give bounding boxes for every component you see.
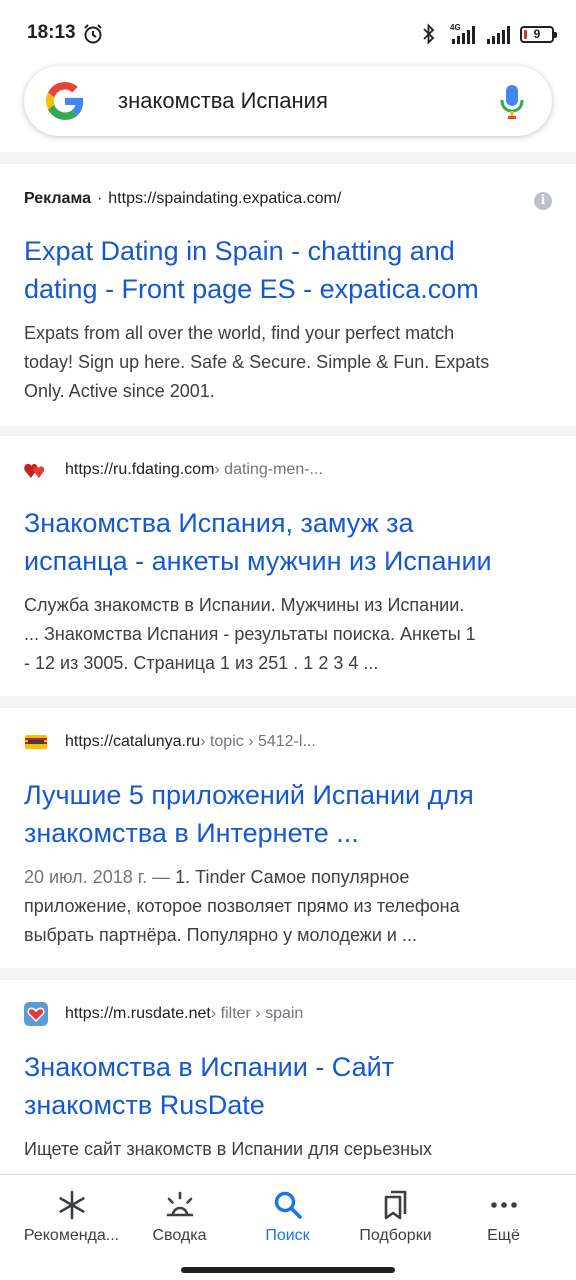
- nav-item-search[interactable]: Поиск: [230, 1175, 345, 1255]
- nav-label: Ещё: [487, 1227, 520, 1244]
- divider: [0, 968, 576, 980]
- divider: [0, 696, 576, 708]
- result-title[interactable]: Знакомства в Испании - Сайт знакомств Ru…: [24, 1048, 554, 1124]
- alarm-icon: [84, 24, 102, 44]
- home-indicator[interactable]: [181, 1267, 395, 1273]
- result-card-ad[interactable]: Реклама · https://spaindating.expatica.com…: [0, 164, 576, 426]
- search-input[interactable]: знакомства Испания: [118, 88, 328, 114]
- search-box[interactable]: знакомства Испания: [24, 66, 552, 136]
- nav-item-summary[interactable]: Сводка: [122, 1175, 237, 1255]
- status-bar: 18:13 4G 9: [0, 0, 576, 64]
- nav-item-more[interactable]: Ещё: [446, 1175, 561, 1255]
- ad-label: Реклама: [24, 190, 91, 207]
- ad-url-line: Реклама · https://spaindating.expatica.com…: [24, 190, 342, 207]
- google-g-icon: [46, 82, 84, 120]
- result-url[interactable]: https://m.rusdate.net: [65, 1005, 211, 1023]
- snippet-date: 20 июл. 2018 г. —: [24, 867, 176, 887]
- svg-text:4G: 4G: [450, 23, 461, 32]
- bottom-navigation: Рекоменда... Сводка Поиск Подборки Ещё: [0, 1174, 576, 1280]
- result-snippet: Служба знакомств в Испании. Мужчины из И…: [24, 595, 476, 673]
- result-snippet: Expats from all over the world, find you…: [24, 323, 490, 401]
- signal-icon: [487, 26, 510, 44]
- nav-label: Поиск: [265, 1227, 310, 1244]
- bluetooth-icon: [423, 23, 435, 45]
- nav-item-collections[interactable]: Подборки: [338, 1175, 453, 1255]
- result-card[interactable]: https://m.rusdate.net › filter › spain З…: [0, 980, 576, 1174]
- site-line: https://m.rusdate.net › filter › spain: [24, 1002, 303, 1026]
- status-time: 18:13: [27, 22, 76, 43]
- sunrise-icon: [166, 1191, 193, 1217]
- site-line: https://ru.fdating.com › dating-men-...: [24, 458, 323, 482]
- result-title[interactable]: Знакомства Испания, замуж за испанца - а…: [24, 504, 554, 580]
- collections-icon: [384, 1190, 406, 1220]
- catalunya-favicon-icon: [24, 730, 48, 754]
- result-path: › filter › spain: [210, 1005, 304, 1022]
- signal-icon: 4G: [450, 23, 475, 44]
- hearts-favicon-icon: [24, 458, 48, 482]
- nav-item-recommendations[interactable]: Рекоменда...: [14, 1175, 129, 1255]
- result-url[interactable]: https://spaindating.expatica.com/: [108, 190, 341, 207]
- mic-icon[interactable]: [500, 84, 524, 120]
- result-path: › topic › 5412-l...: [200, 733, 316, 750]
- result-title[interactable]: Expat Dating in Spain - chatting and dat…: [24, 232, 554, 308]
- search-icon: [274, 1191, 302, 1219]
- nav-label: Сводка: [152, 1227, 207, 1244]
- asterisk-icon: [58, 1190, 85, 1220]
- site-line: https://catalunya.ru › topic › 5412-l...: [24, 730, 316, 754]
- result-url[interactable]: https://catalunya.ru: [65, 733, 200, 751]
- result-card[interactable]: https://catalunya.ru › topic › 5412-l...…: [0, 708, 576, 968]
- result-path: › dating-men-...: [214, 461, 323, 478]
- result-url[interactable]: https://ru.fdating.com: [65, 461, 214, 479]
- result-card[interactable]: https://ru.fdating.com › dating-men-... …: [0, 436, 576, 696]
- divider: [0, 426, 576, 436]
- battery-icon: 9: [520, 25, 557, 43]
- battery-level: 9: [533, 26, 541, 41]
- nav-label: Рекоменда...: [23, 1227, 120, 1244]
- rusdate-favicon-icon: [24, 1002, 48, 1026]
- more-dots-icon: [490, 1202, 517, 1208]
- divider: [0, 152, 576, 164]
- nav-label: Подборки: [359, 1227, 432, 1244]
- info-icon[interactable]: i: [534, 192, 552, 210]
- result-snippet: Ищете сайт знакомств в Испании для серье…: [24, 1139, 433, 1159]
- result-snippet: 20 июл. 2018 г. — 1. Tinder Самое популя…: [24, 867, 460, 945]
- result-title[interactable]: Лучшие 5 приложений Испании для знакомст…: [24, 776, 554, 852]
